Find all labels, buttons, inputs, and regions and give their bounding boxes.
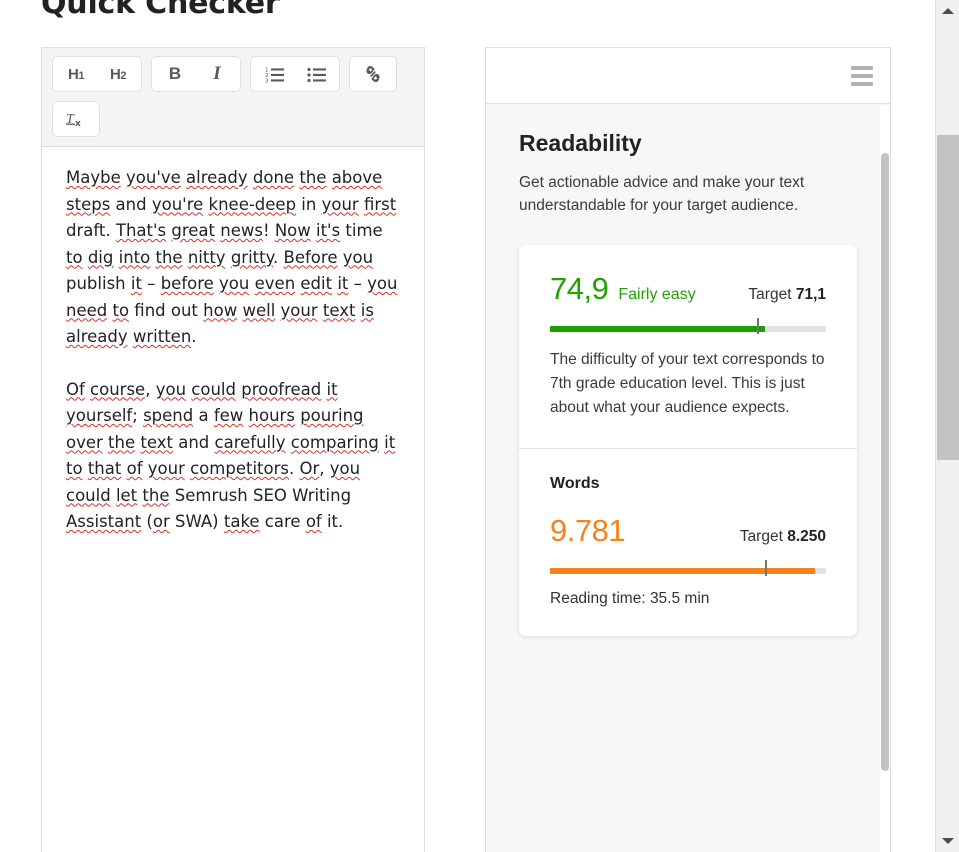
words-bar-target-tick [765,560,768,576]
editor-paragraph-1: Maybe you've already done the above step… [66,168,398,346]
readability-description: Get actionable advice and make your text… [519,174,805,214]
heading-1-button[interactable]: H1 [55,59,97,89]
reading-time: Reading time: 35.5 min [550,590,710,607]
metrics-card: 74,9 Fairly easy Target 71,1 The difficu… [519,245,857,636]
words-target-prefix: Target [739,528,783,545]
toolbar-group-lists: 1 2 3 [250,56,340,92]
words-progress-bar [550,560,826,576]
heading-1-label: H [68,65,79,83]
italic-icon: I [213,63,221,84]
ordered-list-icon: 1 2 3 [265,66,284,83]
app-root: Quick Checker H1 H2 B I 1 2 3 T x Maybe … [0,0,959,852]
words-row: 9.781 Target 8.250 [550,513,826,549]
side-panel-scrollbar[interactable] [880,105,890,852]
heading-1-sub: 1 [78,70,84,82]
words-title: Words [550,475,600,492]
link-icon [364,65,382,83]
readability-score-section: 74,9 Fairly easy Target 71,1 The difficu… [519,245,857,448]
bullet-list-icon [306,66,326,83]
toolbar-group-headings: H1 H2 [52,56,142,92]
hamburger-bar [851,65,873,70]
heading-2-sub: 2 [120,70,126,82]
ordered-list-button[interactable]: 1 2 3 [253,59,295,89]
readability-side-panel: Readability Get actionable advice and ma… [485,47,891,852]
words-bar-fill [550,568,815,574]
readability-note: The difficulty of your text corresponds … [550,351,825,416]
side-panel-body: Readability Get actionable advice and ma… [486,104,890,636]
words-section: Words 9.781 Target 8.250 Reading time: 3… [519,448,857,636]
svg-text:3: 3 [265,78,269,83]
readability-title: Readability [519,130,642,156]
bold-button[interactable]: B [154,59,196,89]
readability-bar-target-tick [757,318,759,334]
bold-icon: B [168,64,182,83]
browser-scrollbar-thumb[interactable] [937,135,959,460]
readability-score-label: Fairly easy [618,286,696,303]
readability-progress-bar [550,318,826,334]
page-title: Quick Checker [41,0,280,21]
side-panel-scrollbar-thumb[interactable] [881,153,889,771]
hamburger-bar [851,73,873,78]
readability-target-value: 71,1 [795,286,826,303]
italic-button[interactable]: I [196,59,238,89]
toolbar-group-clear-format: T x [52,101,100,137]
editor-toolbar: H1 H2 B I 1 2 3 T x [42,48,424,147]
score-row: 74,9 Fairly easy Target 71,1 [550,271,826,307]
readability-target: Target 71,1 [748,286,826,304]
hamburger-bar [851,81,873,86]
scroll-up-arrow-icon[interactable] [936,0,959,22]
readability-score-value: 74,9 [550,271,609,306]
side-panel-header [486,48,890,104]
editor-paragraph-2: Of course, you could proofread it yourse… [66,379,396,532]
words-target-value: 8.250 [787,528,826,545]
readability-target-prefix: Target [748,286,792,303]
svg-text:x: x [75,119,81,128]
editor-content[interactable]: Maybe you've already done the above step… [42,147,424,572]
words-value: 9.781 [550,513,626,548]
toolbar-group-link [349,56,397,92]
words-target: Target 8.250 [740,528,826,546]
heading-2-button[interactable]: H2 [97,59,139,89]
clear-formatting-button[interactable]: T x [55,104,97,134]
editor-panel: H1 H2 B I 1 2 3 T x Maybe you've already… [41,47,425,852]
bullet-list-button[interactable] [295,59,337,89]
browser-scrollbar[interactable] [935,0,959,852]
readability-bar-fill [550,326,766,332]
scroll-down-arrow-icon[interactable] [936,830,959,852]
toolbar-group-inline-style: B I [151,56,241,92]
hamburger-menu-icon[interactable] [851,65,873,86]
link-button[interactable] [352,59,394,89]
heading-2-label: H [110,65,121,83]
clear-formatting-icon: T x [65,110,87,128]
